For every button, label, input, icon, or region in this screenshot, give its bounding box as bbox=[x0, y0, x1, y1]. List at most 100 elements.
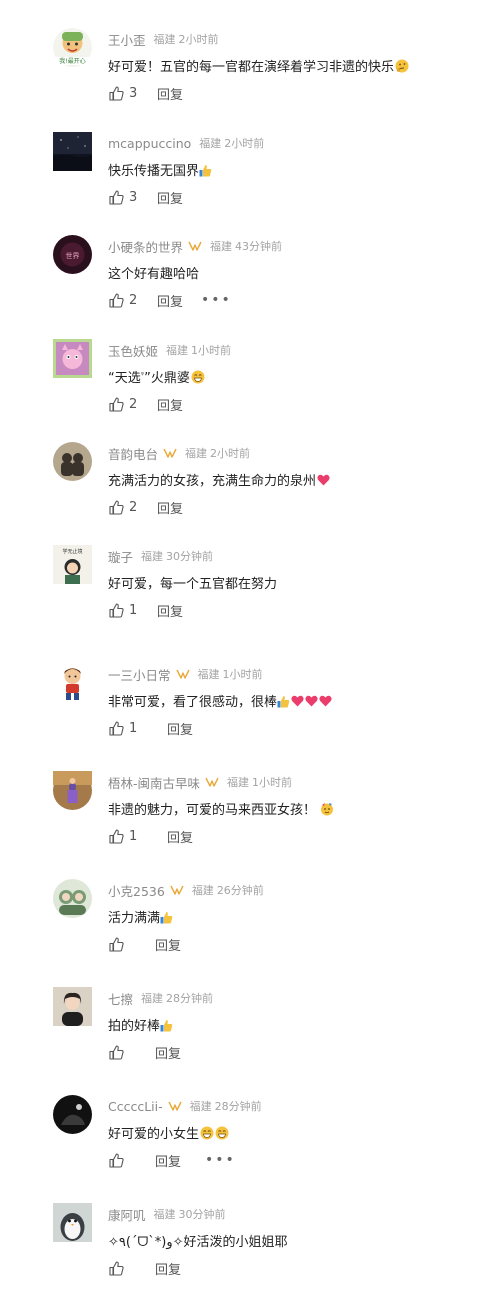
username[interactable]: 璇子 bbox=[108, 547, 133, 566]
avatar[interactable]: 学无止境 bbox=[53, 545, 92, 584]
location: 福建 bbox=[141, 550, 164, 563]
avatar[interactable]: 世界 bbox=[53, 235, 92, 274]
like-button[interactable]: 2 bbox=[108, 499, 139, 516]
like-button[interactable]: 2 bbox=[108, 396, 139, 413]
like-button[interactable]: 1 bbox=[108, 602, 139, 619]
like-button[interactable] bbox=[108, 1152, 139, 1169]
reply-button[interactable]: 回复 bbox=[155, 1259, 181, 1278]
avatar[interactable] bbox=[53, 1095, 92, 1134]
comment-text: 好可爱，每一个五官都在努力 bbox=[108, 577, 278, 592]
like-button[interactable]: 1 bbox=[108, 720, 139, 737]
avatar[interactable] bbox=[53, 132, 92, 171]
thumb-up-icon bbox=[109, 499, 124, 515]
reply-button[interactable]: 回复 bbox=[155, 935, 181, 954]
location: 福建 bbox=[185, 447, 208, 460]
reply-button[interactable]: 回复 bbox=[157, 188, 183, 207]
reply-button[interactable]: 回复 bbox=[157, 291, 183, 310]
comment-text: 拍的好棒 bbox=[108, 1015, 173, 1034]
comment-text: 这个好有趣哈哈 bbox=[108, 267, 200, 282]
thumb-up-icon bbox=[109, 602, 124, 618]
timestamp: 30分钟前 bbox=[166, 550, 214, 563]
location: 福建 bbox=[210, 240, 233, 253]
avatar[interactable] bbox=[53, 987, 92, 1026]
username[interactable]: 一三小日常 bbox=[108, 665, 171, 684]
reply-button[interactable]: 回复 bbox=[167, 719, 193, 738]
username[interactable]: 玉色妖姬 bbox=[108, 341, 158, 360]
comment-text: 活力满满 bbox=[108, 907, 173, 926]
comment-actions: 2 回复 bbox=[108, 395, 183, 414]
avatar[interactable] bbox=[53, 771, 92, 810]
timestamp: 26分钟前 bbox=[216, 884, 264, 897]
comment-text: 充满活力的女孩，充满生命力的泉州 bbox=[108, 470, 330, 489]
like-button[interactable]: 2 bbox=[108, 292, 139, 309]
comment-actions: 回复 bbox=[108, 1259, 181, 1278]
username[interactable]: 小硬条的世界 bbox=[108, 237, 183, 256]
avatar[interactable] bbox=[53, 339, 92, 378]
like-button[interactable]: 3 bbox=[108, 189, 139, 206]
timestamp: 30分钟前 bbox=[178, 1208, 226, 1221]
reply-button[interactable]: 回复 bbox=[157, 395, 183, 414]
vip-badge-icon bbox=[175, 669, 190, 679]
reply-button[interactable]: 回复 bbox=[157, 601, 183, 620]
avatar[interactable] bbox=[53, 442, 92, 481]
heart-emoji-icon bbox=[317, 474, 330, 486]
comment-text: 非遗的魅力，可爱的马来西亚女孩！ bbox=[108, 799, 334, 818]
thumb-up-icon bbox=[109, 396, 124, 412]
username[interactable]: 七擦 bbox=[108, 989, 133, 1008]
location: 福建 bbox=[153, 33, 176, 46]
location: 福建 bbox=[191, 884, 214, 897]
vip-badge-icon bbox=[168, 1101, 182, 1111]
reply-button[interactable]: 回复 bbox=[157, 84, 183, 103]
comment-text: 快乐传播无国界 bbox=[108, 160, 212, 179]
like-button[interactable]: 3 bbox=[108, 85, 139, 102]
like-button[interactable] bbox=[108, 1044, 139, 1061]
timestamp: 1小时前 bbox=[252, 776, 293, 789]
grinning-emoji-icon bbox=[191, 370, 205, 384]
username[interactable]: 梧林-闽南古早味 bbox=[108, 773, 200, 792]
like-button[interactable]: 1 bbox=[108, 828, 139, 845]
reply-button[interactable]: 回复 bbox=[155, 1043, 181, 1062]
thumb-up-icon bbox=[109, 720, 124, 736]
more-options-button[interactable]: ••• bbox=[205, 1153, 236, 1167]
thumb-up-icon bbox=[109, 1260, 124, 1276]
timestamp: 2小时前 bbox=[224, 137, 265, 150]
avatar[interactable] bbox=[53, 879, 92, 918]
thumbs-up-emoji-icon bbox=[277, 696, 290, 708]
grinning-emoji-icon bbox=[200, 1126, 214, 1140]
username[interactable]: mcappuccino bbox=[108, 136, 191, 151]
comment-actions: 1 回复 bbox=[108, 719, 193, 738]
username[interactable]: 音韵电台 bbox=[108, 444, 158, 463]
thumb-up-icon bbox=[109, 1152, 124, 1168]
location: 福建 bbox=[199, 137, 222, 150]
username[interactable]: 小克2536 bbox=[108, 881, 165, 900]
avatar[interactable] bbox=[53, 1203, 92, 1242]
username[interactable]: 王小歪 bbox=[108, 30, 146, 49]
like-button[interactable] bbox=[108, 1260, 139, 1277]
timestamp: 1小时前 bbox=[191, 344, 232, 357]
reply-button[interactable]: 回复 bbox=[167, 827, 193, 846]
timestamp: 28分钟前 bbox=[214, 1100, 262, 1113]
more-options-button[interactable]: ••• bbox=[201, 293, 232, 307]
comment-actions: 2 回复 bbox=[108, 498, 183, 517]
party-emoji-icon bbox=[321, 803, 334, 816]
vip-badge-icon bbox=[163, 448, 177, 458]
comment-text: “天选ᵠ”火鼎婆 bbox=[108, 367, 205, 386]
like-button[interactable] bbox=[108, 936, 139, 953]
thumbs-up-emoji-icon bbox=[199, 165, 212, 177]
username[interactable]: CccccLii- bbox=[108, 1099, 163, 1114]
thumbs-up-emoji-icon bbox=[160, 912, 173, 924]
comment-actions: 回复 bbox=[108, 1043, 181, 1062]
comment-text: 非常可爱，看了很感动，很棒 bbox=[108, 691, 332, 710]
thumb-up-icon bbox=[109, 292, 124, 308]
avatar-label: 世界 bbox=[66, 251, 80, 260]
thumb-up-icon bbox=[109, 936, 124, 952]
thumb-up-icon bbox=[109, 85, 124, 101]
avatar[interactable]: 我!最开心 bbox=[53, 28, 92, 67]
like-count: 2 bbox=[129, 292, 138, 308]
avatar[interactable] bbox=[53, 663, 92, 702]
reply-button[interactable]: 回复 bbox=[157, 498, 183, 517]
vip-badge-icon bbox=[188, 241, 202, 251]
username[interactable]: 康阿叽 bbox=[108, 1205, 146, 1224]
vip-badge-icon bbox=[170, 885, 184, 895]
reply-button[interactable]: 回复 bbox=[155, 1151, 181, 1170]
